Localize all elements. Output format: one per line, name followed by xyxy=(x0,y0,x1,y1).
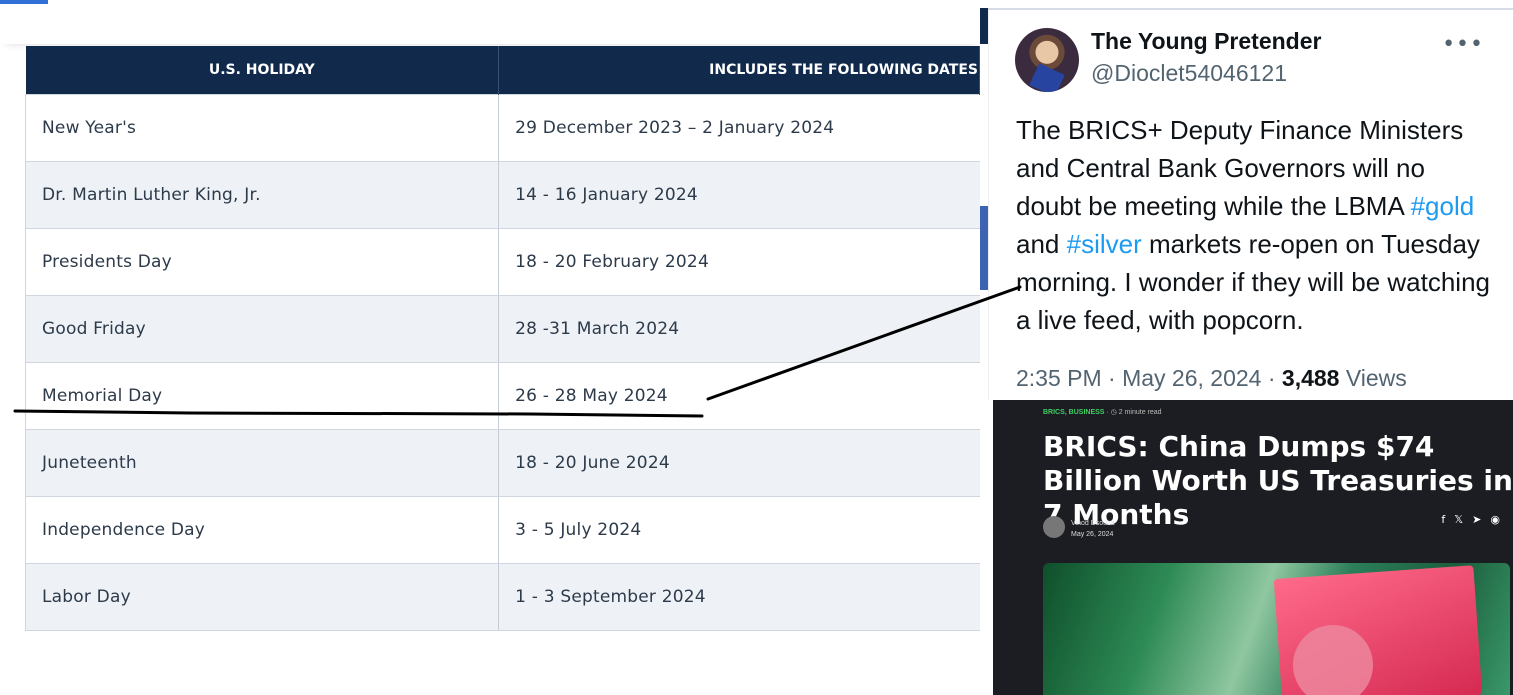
article-date: May 26, 2024 xyxy=(1071,531,1114,538)
telegram-icon[interactable]: ➤ xyxy=(1472,513,1490,526)
holiday-cell: Dr. Martin Luther King, Jr. xyxy=(24,161,499,229)
active-tab-indicator xyxy=(0,0,48,4)
column-header-dates: INCLUDES THE FOLLOWING DATES xyxy=(498,46,980,95)
category-label[interactable]: BRICS, BUSINESS xyxy=(1043,409,1104,416)
tweet-card: The Young Pretender @Dioclet54046121 •••… xyxy=(988,10,1513,400)
read-time: 2 minute read xyxy=(1118,409,1162,416)
dates-cell: 18 - 20 February 2024 xyxy=(498,228,980,296)
avatar[interactable] xyxy=(1015,28,1079,92)
x-icon[interactable]: 𝕏 xyxy=(1454,513,1472,526)
share-bar: f𝕏➤◉ xyxy=(1441,513,1509,526)
dates-cell: 26 - 28 May 2024 xyxy=(498,362,980,430)
holiday-cell: Memorial Day xyxy=(24,362,499,430)
author-avatar xyxy=(1043,516,1065,538)
dates-cell: 18 - 20 June 2024 xyxy=(498,429,980,497)
page-bottom-blank xyxy=(0,632,993,695)
holiday-cell: Presidents Day xyxy=(24,228,499,296)
article-image-portrait xyxy=(1293,625,1373,695)
page-header xyxy=(0,8,980,44)
column-header-holiday: U.S. HOLIDAY xyxy=(25,46,500,95)
table-row: Presidents Day 18 - 20 February 2024 xyxy=(24,228,980,296)
tweet-text-part: and xyxy=(1016,229,1067,259)
table-row: Independence Day 3 - 5 July 2024 xyxy=(24,496,980,564)
table-row: Dr. Martin Luther King, Jr. 14 - 16 Janu… xyxy=(24,161,980,229)
tweet-meta: 2:35 PM · May 26, 2024 · 3,488 Views xyxy=(1016,365,1407,392)
dates-cell: 29 December 2023 – 2 January 2024 xyxy=(498,94,980,162)
portrait-sash xyxy=(1029,63,1065,92)
facebook-icon[interactable]: f xyxy=(1441,513,1454,526)
reddit-icon[interactable]: ◉ xyxy=(1490,513,1509,526)
views-label: Views xyxy=(1339,365,1407,391)
hashtag-link[interactable]: #gold xyxy=(1411,191,1475,221)
holiday-cell: Labor Day xyxy=(24,563,499,631)
holiday-table: U.S. HOLIDAY INCLUDES THE FOLLOWING DATE… xyxy=(24,46,980,631)
table-header-row: U.S. HOLIDAY INCLUDES THE FOLLOWING DATE… xyxy=(25,46,980,95)
table-row: Juneteenth 18 - 20 June 2024 xyxy=(24,429,980,497)
scrollbar-thumb[interactable] xyxy=(980,206,988,290)
dates-cell: 28 -31 March 2024 xyxy=(498,295,980,363)
tweet-text: The BRICS+ Deputy Finance Ministers and … xyxy=(1016,111,1496,339)
more-horizontal-icon[interactable]: ••• xyxy=(1442,32,1484,57)
tweet-timestamp[interactable]: 2:35 PM · May 26, 2024 · xyxy=(1016,365,1282,391)
clock-icon: ◷ xyxy=(1110,409,1117,416)
table-row: Memorial Day 26 - 28 May 2024 xyxy=(24,362,980,430)
table-row: New Year's 29 December 2023 – 2 January … xyxy=(24,94,980,162)
author-name[interactable]: Vinod Dsouza xyxy=(1071,518,1114,529)
scroll-edge-top xyxy=(980,8,988,44)
hashtag-link[interactable]: #silver xyxy=(1067,229,1142,259)
dates-cell: 14 - 16 January 2024 xyxy=(498,161,980,229)
holiday-cell: Good Friday xyxy=(24,295,499,363)
holiday-cell: Independence Day xyxy=(24,496,499,564)
dates-cell: 1 - 3 September 2024 xyxy=(498,563,980,631)
news-article-card: BRICS, BUSINESS · ◷ 2 minute read BRICS:… xyxy=(993,400,1513,695)
table-row: Good Friday 28 -31 March 2024 xyxy=(24,295,980,363)
tweet-text-part: The BRICS+ Deputy Finance Ministers and … xyxy=(1016,115,1464,221)
dates-cell: 3 - 5 July 2024 xyxy=(498,496,980,564)
author-info: Vinod Dsouza May 26, 2024 xyxy=(1071,518,1114,540)
table-row: Labor Day 1 - 3 September 2024 xyxy=(24,563,980,631)
tweet-author-handle[interactable]: @Dioclet54046121 xyxy=(1091,60,1287,87)
views-count: 3,488 xyxy=(1281,365,1340,391)
holiday-cell: Juneteenth xyxy=(24,429,499,497)
article-category[interactable]: BRICS, BUSINESS · ◷ 2 minute read xyxy=(1043,408,1162,416)
holiday-cell: New Year's xyxy=(24,94,499,162)
tweet-author-name[interactable]: The Young Pretender xyxy=(1091,28,1321,55)
